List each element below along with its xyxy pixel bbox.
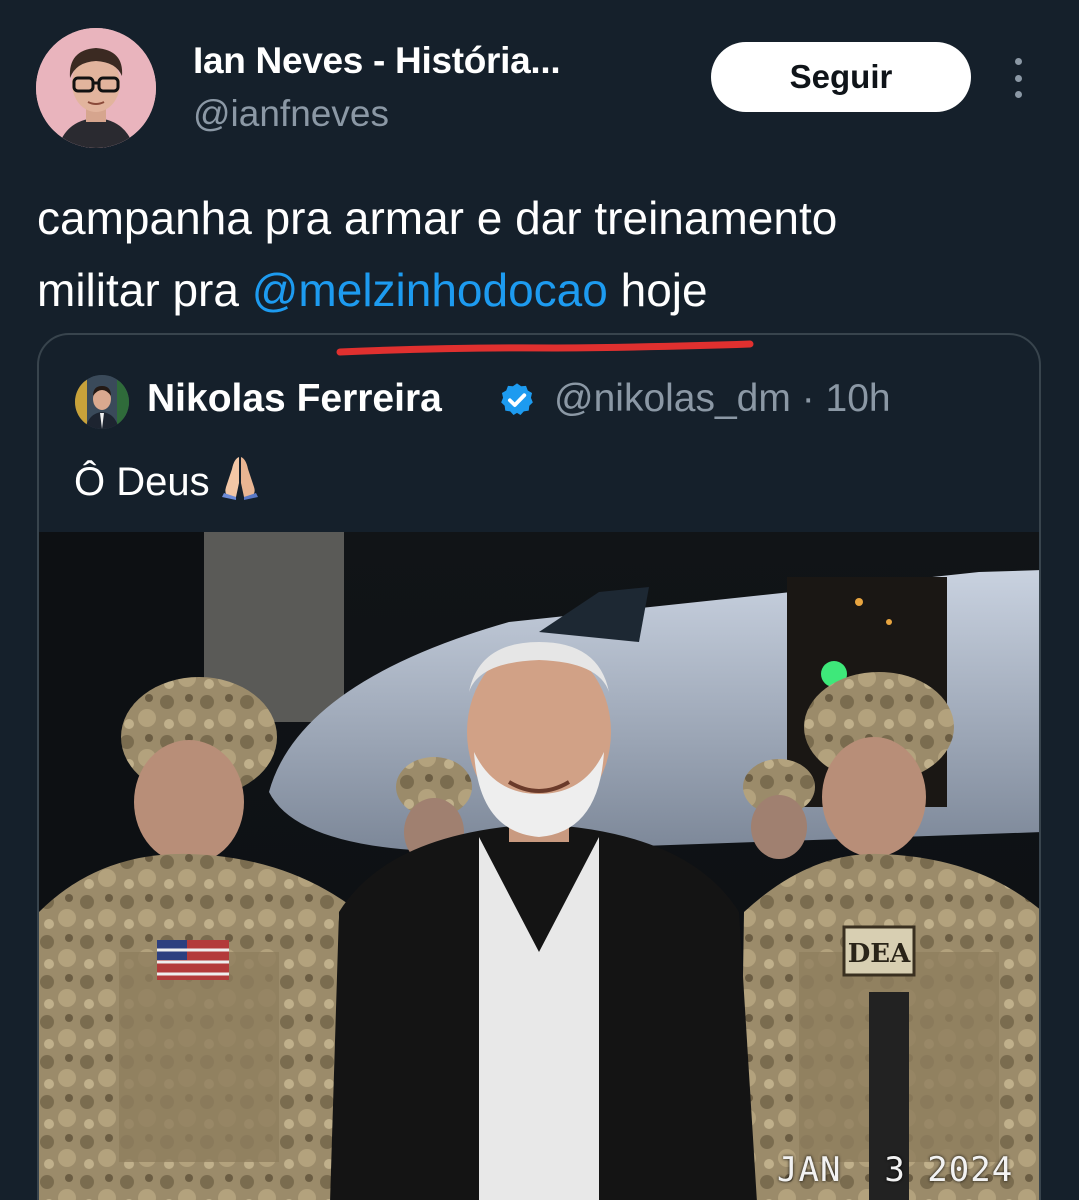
- tweet-text: campanha pra armar e dar treinamento mil…: [37, 182, 1047, 326]
- photo-date-stamp: JAN 3 2024: [777, 1150, 1014, 1190]
- tweet-view: Ian Neves - História... @ianfneves Segui…: [0, 0, 1079, 1200]
- tweet-line-1: campanha pra armar e dar treinamento: [37, 192, 838, 244]
- tweet-line-2: militar pra @melzinhodocao hoje: [37, 254, 1047, 326]
- verified-badge-icon: [501, 383, 533, 416]
- vest-badge-text: DEA: [848, 939, 911, 969]
- mention-link[interactable]: @melzinhodocao: [252, 264, 608, 316]
- author-name[interactable]: Ian Neves - História...: [193, 40, 561, 82]
- folded-hands-icon: [221, 457, 258, 500]
- quoted-tweet[interactable]: Nikolas Ferreira @nikolas_dm · 10h Ô Deu…: [37, 333, 1041, 1200]
- quoted-author-avatar[interactable]: [75, 375, 129, 429]
- quoted-text-content: Ô Deus: [74, 460, 210, 504]
- quoted-author-handle-time[interactable]: @nikolas_dm · 10h: [554, 377, 891, 421]
- quoted-tweet-text: Ô Deus: [74, 453, 264, 505]
- quoted-author-name[interactable]: Nikolas Ferreira: [147, 377, 442, 421]
- tweet-line-2-prefix: militar pra: [37, 264, 252, 316]
- quoted-photo[interactable]: DEA JAN 3 2024: [39, 532, 1039, 1200]
- follow-button[interactable]: Seguir: [711, 42, 971, 112]
- tweet-line-2-suffix: hoje: [607, 264, 708, 316]
- author-avatar[interactable]: [36, 28, 156, 148]
- more-vertical-icon[interactable]: [1008, 58, 1028, 98]
- author-handle[interactable]: @ianfneves: [193, 93, 389, 135]
- red-underline-annotation: [336, 340, 754, 356]
